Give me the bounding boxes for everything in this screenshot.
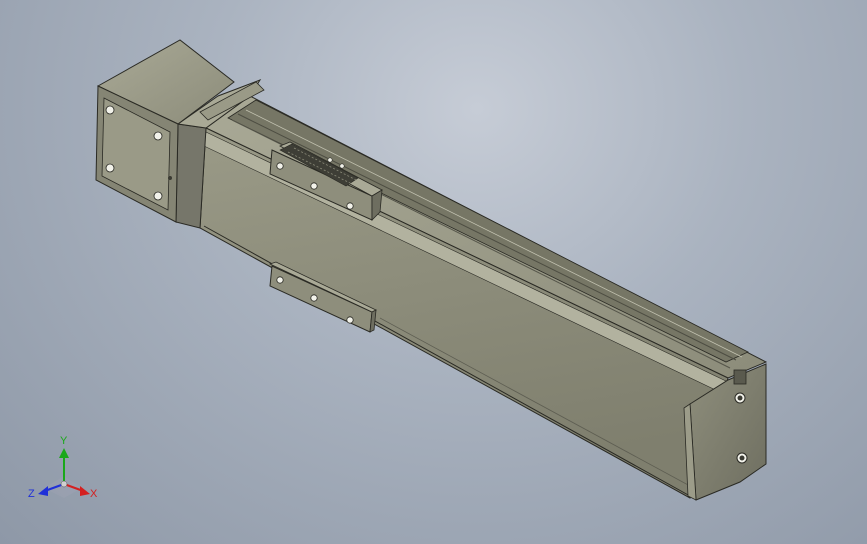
- z-axis-label: Z: [28, 488, 35, 500]
- y-axis-label: Y: [60, 435, 68, 447]
- x-axis-arrow-icon: [80, 486, 90, 496]
- 3d-viewport[interactable]: Y X Z: [0, 0, 867, 544]
- model-canvas[interactable]: Y X Z: [0, 0, 867, 544]
- z-axis-arrow-icon: [38, 486, 48, 496]
- axis-triad: Y X Z: [28, 435, 98, 500]
- x-axis-label: X: [90, 488, 98, 500]
- y-axis-arrow-icon: [59, 448, 69, 458]
